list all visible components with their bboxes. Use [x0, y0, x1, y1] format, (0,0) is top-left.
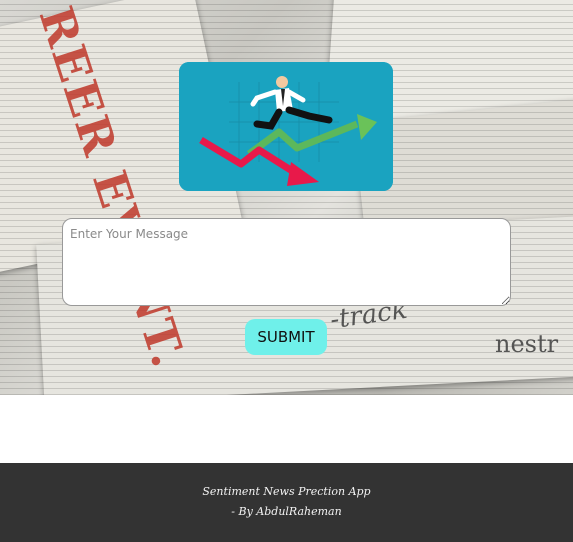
- submit-button[interactable]: SUBMIT: [245, 319, 327, 355]
- newspaper-nestr-word: nestr: [495, 330, 559, 358]
- message-input[interactable]: [62, 218, 511, 306]
- footer-app-name: Sentiment News Prection App: [202, 485, 371, 498]
- app-logo: [179, 62, 393, 191]
- businessman-jumping-icon: [179, 62, 393, 191]
- footer: Sentiment News Prection App - By AbdulRa…: [0, 463, 573, 542]
- footer-author: - By AbdulRaheman: [231, 505, 342, 518]
